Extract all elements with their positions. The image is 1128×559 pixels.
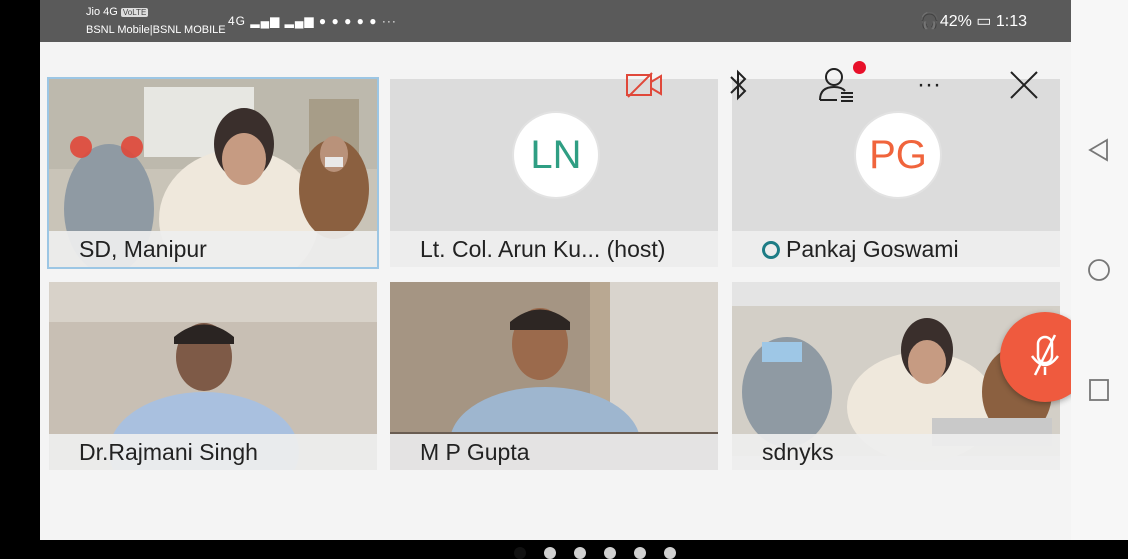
participants-button[interactable] (815, 61, 866, 107)
meeting-toolbar: ··· (575, 55, 1075, 115)
participant-name: sdnyks (732, 434, 1060, 470)
audio-device-button[interactable] (717, 63, 761, 107)
battery-percent: 42% (939, 13, 972, 30)
page-dot[interactable] (664, 547, 676, 559)
clock: 1:13 (995, 13, 1027, 30)
participant-name: Dr.Rajmani Singh (49, 434, 377, 470)
participant-name: Pankaj Goswami (786, 236, 959, 262)
close-icon (1010, 71, 1038, 99)
page-dot[interactable] (544, 547, 556, 559)
bluetooth-icon (730, 69, 747, 101)
page-dot[interactable] (604, 547, 616, 559)
page-dot[interactable] (634, 547, 646, 559)
meeting-screen: SD, Manipur LN Lt. Col. Arun Ku... (host… (40, 42, 1090, 559)
participant-name: SD, Manipur (49, 231, 377, 267)
page-dot[interactable] (514, 547, 526, 559)
carrier-secondary: BSNL Mobile|BSNL MOBILE (86, 24, 226, 36)
status-bar: Jio 4G VoLTE BSNL Mobile|BSNL MOBILE 4G … (40, 0, 1071, 42)
speaking-indicator-icon (762, 241, 780, 259)
home-icon[interactable] (1087, 258, 1111, 282)
more-button[interactable]: ··· (907, 63, 951, 107)
notification-dot (853, 61, 866, 74)
back-icon[interactable] (1087, 138, 1111, 162)
avatar: LN (512, 111, 600, 199)
video-tile[interactable]: Dr.Rajmani Singh (49, 282, 377, 470)
status-right: 🎧42% ▭ 1:13 (919, 13, 1027, 30)
page-dot[interactable] (574, 547, 586, 559)
camera-off-icon (626, 72, 662, 98)
carrier-primary: Jio 4G VoLTE (86, 6, 149, 18)
video-tile[interactable]: SD, Manipur (47, 77, 379, 269)
participants-icon (819, 68, 853, 102)
recents-icon[interactable] (1087, 378, 1111, 402)
system-nav-bar (1071, 0, 1128, 540)
leave-button[interactable] (1002, 63, 1046, 107)
signal-icons: 4G ▂▄▆ ▂▄▆ ● ● ● ● ● ··· (228, 14, 397, 28)
participant-name: Lt. Col. Arun Ku... (host) (390, 231, 718, 267)
avatar: PG (854, 111, 942, 199)
video-tile[interactable]: M P Gupta (390, 282, 718, 470)
participant-name: M P Gupta (390, 434, 718, 470)
camera-toggle-button[interactable] (622, 63, 666, 107)
participant-name-bar: Pankaj Goswami (732, 231, 1060, 267)
